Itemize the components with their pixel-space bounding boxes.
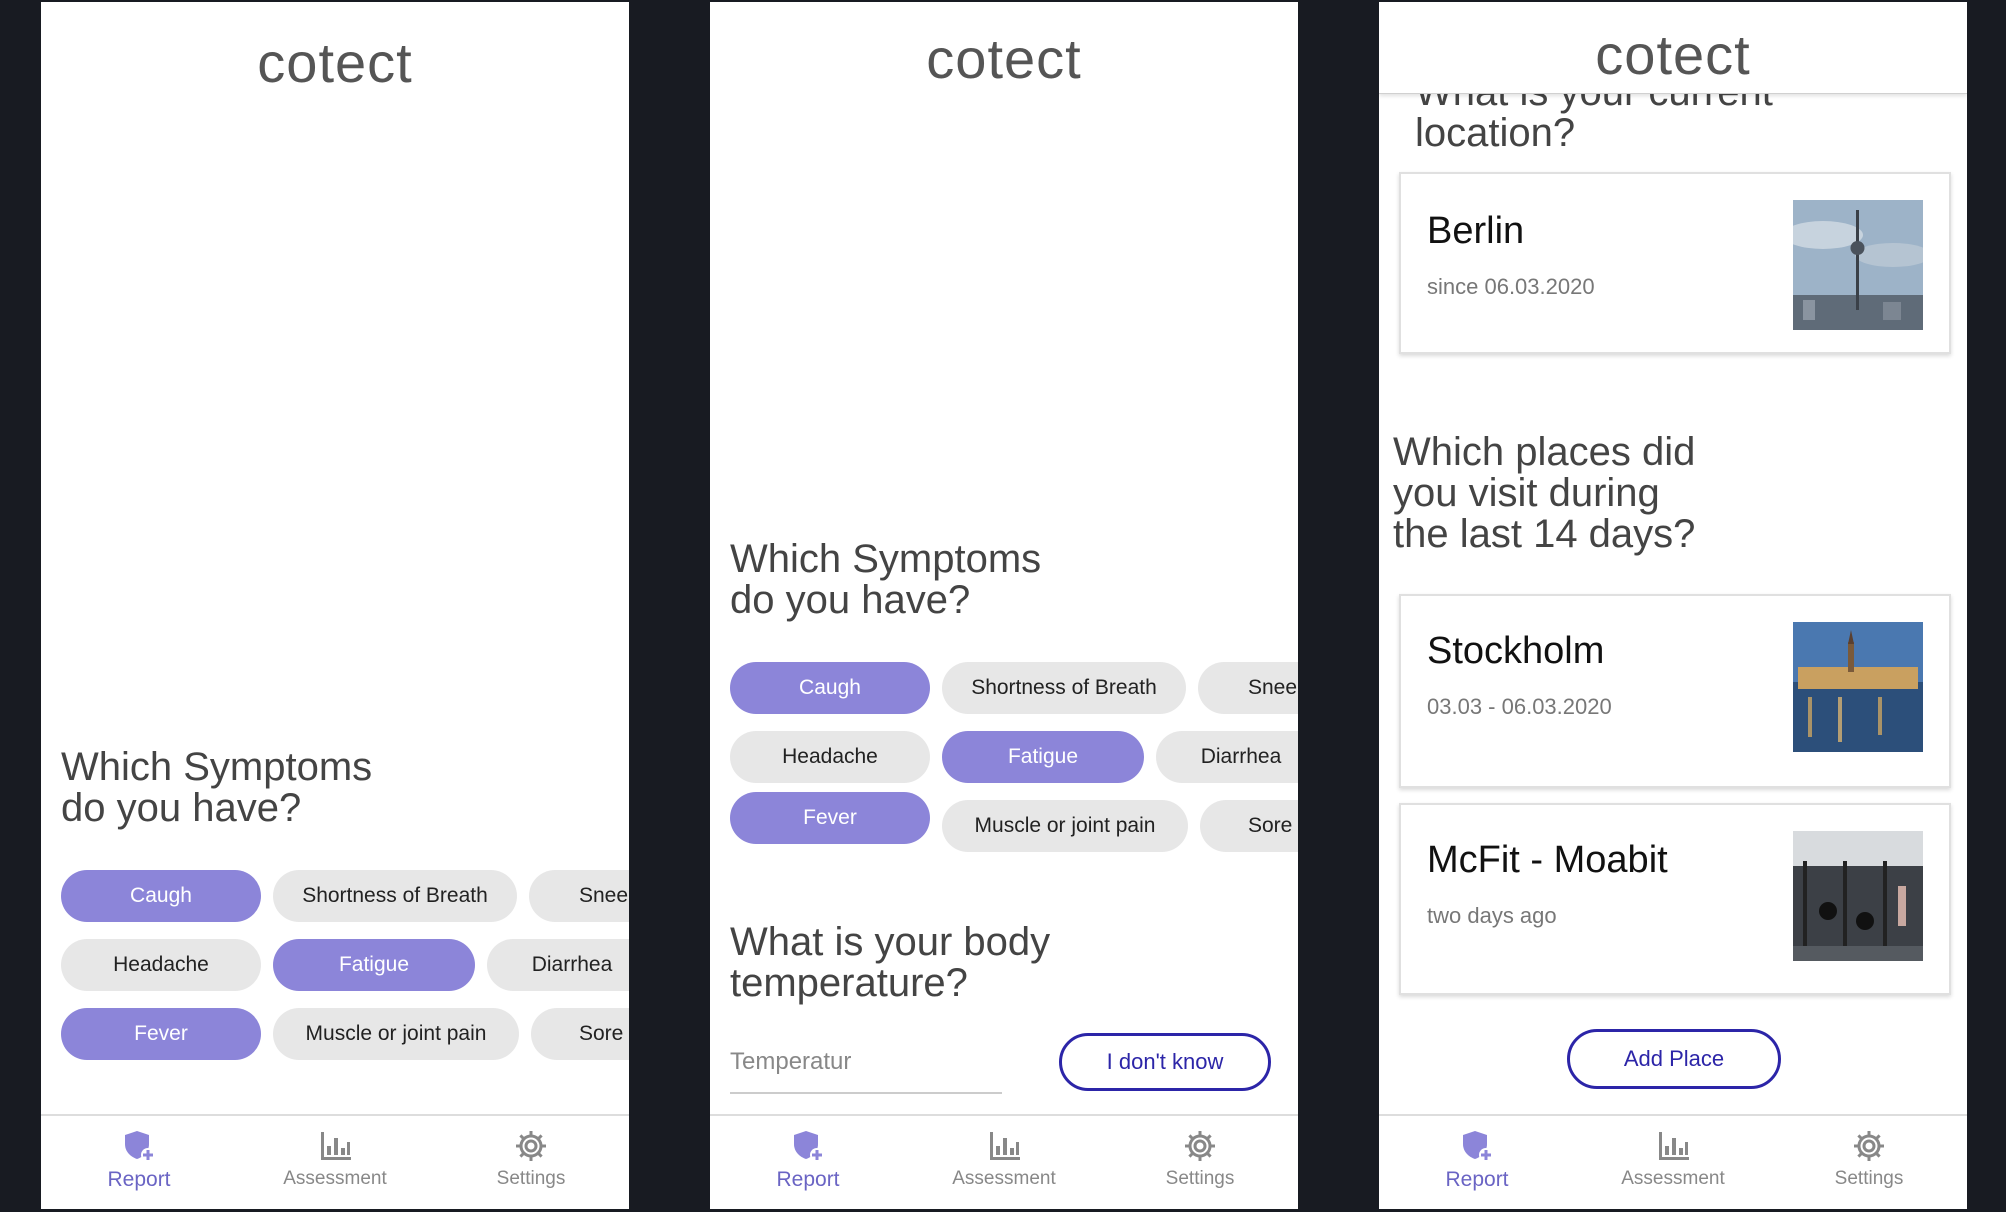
chip-shortness-of-breath[interactable]: Shortness of Breath [942, 662, 1186, 714]
nav-report[interactable]: Report [1379, 1116, 1575, 1209]
gear-icon [1854, 1131, 1884, 1161]
chip-fever[interactable]: Fever [730, 792, 930, 844]
location-card-berlin[interactable]: Berlin since 06.03.2020 [1399, 172, 1951, 354]
nav-settings-label: Settings [1165, 1168, 1235, 1189]
chip-muscle-or-joint-pain[interactable]: Muscle or joint pain [273, 1008, 519, 1060]
chip-headache[interactable]: Headache [730, 731, 930, 783]
chip-shortness-of-breath[interactable]: Shortness of Breath [273, 870, 517, 922]
nav-report[interactable]: Report [41, 1116, 237, 1209]
add-place-button[interactable]: Add Place [1567, 1029, 1781, 1089]
bar-chart-icon [990, 1132, 1020, 1160]
chip-fatigue[interactable]: Fatigue [273, 939, 475, 991]
bottom-nav: Report Assessment Settings [1379, 1114, 1967, 1209]
nav-settings-label: Settings [496, 1168, 566, 1189]
app-brand: cotect [257, 31, 413, 94]
chip-muscle-or-joint-pain[interactable]: Muscle or joint pain [942, 800, 1188, 852]
nav-settings[interactable]: Settings [1102, 1116, 1298, 1209]
chip-sneezing[interactable]: Snee [529, 870, 629, 922]
nav-settings[interactable]: Settings [433, 1116, 629, 1209]
nav-assessment-label: Assessment [283, 1168, 387, 1189]
place-card-stockholm[interactable]: Stockholm 03.03 - 06.03.2020 [1399, 594, 1951, 788]
nav-report-label: Report [776, 1168, 840, 1191]
berlin-tv-tower-image [1793, 200, 1923, 330]
chip-caugh[interactable]: Caugh [61, 870, 261, 922]
app-brand: cotect [926, 27, 1082, 90]
symptoms-question: Which Symptoms do you have? [61, 745, 373, 830]
temperature-question: What is your body temperature? [730, 920, 1051, 1005]
nav-report[interactable]: Report [710, 1116, 906, 1209]
app-brand: cotect [1595, 23, 1751, 86]
shield-plus-icon [794, 1131, 824, 1162]
bottom-nav: Report Assessment Settings [41, 1114, 629, 1209]
gym-image [1793, 831, 1923, 961]
card-subtitle: two days ago [1427, 903, 1557, 928]
card-subtitle: since 06.03.2020 [1427, 274, 1595, 299]
screen-locations: cotect What is your current location? Be… [1379, 2, 1967, 1209]
temperature-input[interactable]: Temperatur [730, 1042, 1002, 1094]
nav-assessment[interactable]: Assessment [906, 1116, 1102, 1209]
bar-chart-icon [321, 1132, 351, 1160]
gear-icon [516, 1131, 546, 1161]
chip-diarrhea[interactable]: Diarrhea [1156, 731, 1298, 783]
chip-sore-throat[interactable]: Sore T [1200, 800, 1298, 852]
nav-report-label: Report [107, 1168, 171, 1191]
stockholm-image [1793, 622, 1923, 752]
card-subtitle: 03.03 - 06.03.2020 [1427, 694, 1612, 719]
bottom-nav: Report Assessment Settings [710, 1114, 1298, 1209]
screen-symptoms: cotect Which Symptoms do you have? Caugh… [41, 2, 629, 1209]
shield-plus-icon [1463, 1131, 1493, 1162]
nav-settings-label: Settings [1834, 1168, 1904, 1189]
chip-caugh[interactable]: Caugh [730, 662, 930, 714]
card-title: Berlin [1427, 210, 1525, 252]
card-title: Stockholm [1427, 630, 1605, 672]
nav-assessment-label: Assessment [1621, 1168, 1725, 1189]
card-title: McFit - Moabit [1427, 839, 1668, 881]
places-question: Which places did you visit during the la… [1393, 430, 1696, 556]
screen-symptoms-temperature: cotect Which Symptoms do you have? Caugh… [710, 2, 1298, 1209]
chip-headache[interactable]: Headache [61, 939, 261, 991]
app-header: cotect [1379, 2, 1967, 94]
chip-diarrhea[interactable]: Diarrhea [487, 939, 629, 991]
place-card-mcfit-moabit[interactable]: McFit - Moabit two days ago [1399, 803, 1951, 995]
gear-icon [1185, 1131, 1215, 1161]
chip-fever[interactable]: Fever [61, 1008, 261, 1060]
nav-assessment-label: Assessment [952, 1168, 1056, 1189]
nav-settings[interactable]: Settings [1771, 1116, 1967, 1209]
nav-assessment[interactable]: Assessment [1575, 1116, 1771, 1209]
chip-fatigue[interactable]: Fatigue [942, 731, 1144, 783]
nav-report-label: Report [1445, 1168, 1509, 1191]
chip-sneezing[interactable]: Snee [1198, 662, 1298, 714]
bar-chart-icon [1659, 1132, 1689, 1160]
dont-know-button[interactable]: I don't know [1059, 1033, 1271, 1091]
symptoms-question: Which Symptoms do you have? [730, 537, 1042, 622]
chip-sore-throat[interactable]: Sore T [531, 1008, 629, 1060]
shield-plus-icon [125, 1131, 155, 1162]
nav-assessment[interactable]: Assessment [237, 1116, 433, 1209]
